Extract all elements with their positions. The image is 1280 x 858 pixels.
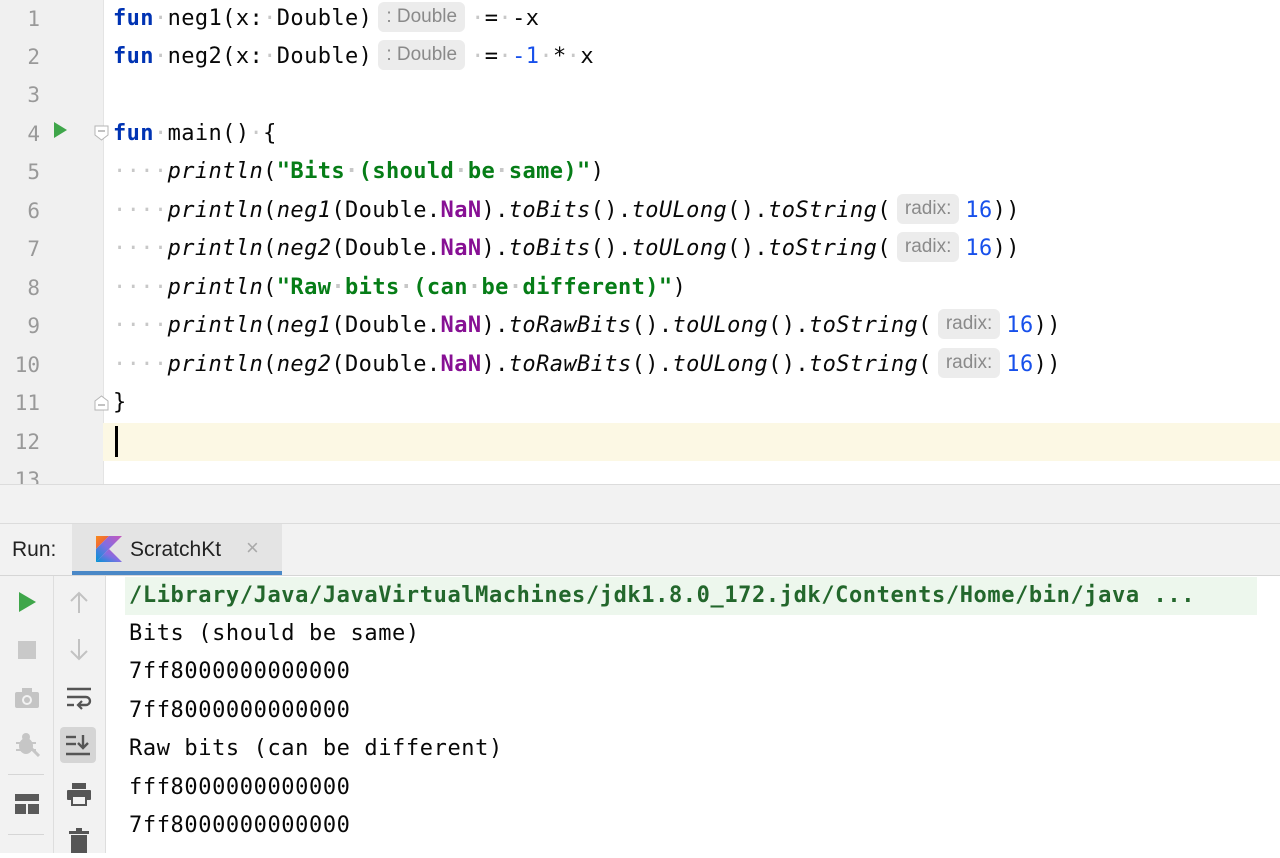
code-line-2[interactable]: fun·neg2(x:·Double): Double ·=·-1·*·x	[113, 38, 594, 76]
code-line-8[interactable]: ····println("Raw·bits·(can·be·different)…	[113, 269, 686, 307]
code-line-10[interactable]: ····println(neg2(Double.NaN).toRawBits()…	[113, 346, 1061, 384]
line-number: 7	[27, 237, 40, 261]
param-hint: radix:	[937, 348, 1001, 378]
panel-divider[interactable]	[0, 484, 1280, 524]
console-line: fff8000000000000	[129, 775, 351, 800]
tab-scratchkt[interactable]: ScratchKt ×	[72, 524, 282, 575]
run-icon[interactable]	[9, 584, 45, 620]
print-icon[interactable]	[61, 776, 97, 812]
up-arrow-icon[interactable]	[61, 584, 97, 620]
param-hint: radix:	[937, 309, 1001, 339]
console-line: 7ff8000000000000	[129, 698, 351, 723]
console-line: 7ff8000000000000	[129, 813, 351, 838]
layout-icon[interactable]	[9, 786, 45, 822]
line-number: 10	[14, 353, 40, 377]
tab-label: ScratchKt	[130, 538, 222, 561]
line-number: 11	[14, 391, 40, 415]
line-number: 1	[27, 7, 40, 31]
run-label: Run:	[12, 538, 57, 561]
run-toolbar-right	[54, 576, 106, 853]
code-line-7[interactable]: ····println(neg2(Double.NaN).toBits().to…	[113, 230, 1020, 268]
line-number: 13	[14, 468, 40, 484]
editor-gutter: 1 2 3 4 5 6 7 8 9 10 11 12 13	[0, 0, 109, 484]
console-line: Raw bits (can be different)	[129, 736, 503, 761]
type-hint: : Double	[378, 2, 466, 32]
console-output[interactable]: /Library/Java/JavaVirtualMachines/jdk1.8…	[106, 576, 1280, 853]
line-number: 12	[14, 430, 40, 454]
line-number: 4	[27, 122, 40, 146]
stop-icon[interactable]	[9, 632, 45, 668]
kotlin-icon	[96, 536, 122, 562]
type-hint: : Double	[378, 40, 466, 70]
soft-wrap-icon[interactable]	[61, 680, 97, 716]
code-line-5[interactable]: ····println("Bits·(should·be·same)")	[113, 153, 604, 191]
console-command-line: /Library/Java/JavaVirtualMachines/jdk1.8…	[125, 577, 1257, 615]
close-tab-icon[interactable]: ×	[246, 535, 259, 561]
text-caret	[115, 426, 118, 457]
toolbar-separator	[8, 834, 44, 835]
line-number: 9	[27, 314, 40, 338]
param-hint: radix:	[896, 232, 960, 262]
run-toolbar-left	[0, 576, 54, 853]
line-number: 2	[27, 45, 40, 69]
down-arrow-icon[interactable]	[61, 632, 97, 668]
param-hint: radix:	[896, 194, 960, 224]
code-line-11[interactable]: }	[113, 384, 127, 422]
code-editor[interactable]: 1 2 3 4 5 6 7 8 9 10 11 12 13 fun·neg1(x…	[0, 0, 1280, 484]
run-panel-header: Run: ScratchKt ×	[0, 524, 1280, 576]
debug-icon[interactable]	[9, 726, 45, 762]
scroll-to-end-icon[interactable]	[60, 727, 96, 763]
line-number: 8	[27, 276, 40, 300]
code-line-6[interactable]: ····println(neg1(Double.NaN).toBits().to…	[113, 192, 1020, 230]
toolbar-separator	[8, 774, 44, 775]
line-number: 5	[27, 160, 40, 184]
code-line-1[interactable]: fun·neg1(x:·Double): Double ·=·-x	[113, 0, 539, 38]
camera-icon[interactable]	[9, 680, 45, 716]
console-line: Bits (should be same)	[129, 621, 420, 646]
current-line-highlight	[103, 423, 1280, 461]
code-area[interactable]: fun·neg1(x:·Double): Double ·=·-x fun·neg…	[103, 0, 1280, 484]
code-line-4[interactable]: fun·main()·{	[113, 115, 277, 153]
console-line: 7ff8000000000000	[129, 659, 351, 684]
line-number: 6	[27, 199, 40, 223]
code-line-9[interactable]: ····println(neg1(Double.NaN).toRawBits()…	[113, 307, 1061, 345]
line-number: 3	[27, 83, 40, 107]
run-gutter-icon[interactable]	[54, 122, 67, 138]
